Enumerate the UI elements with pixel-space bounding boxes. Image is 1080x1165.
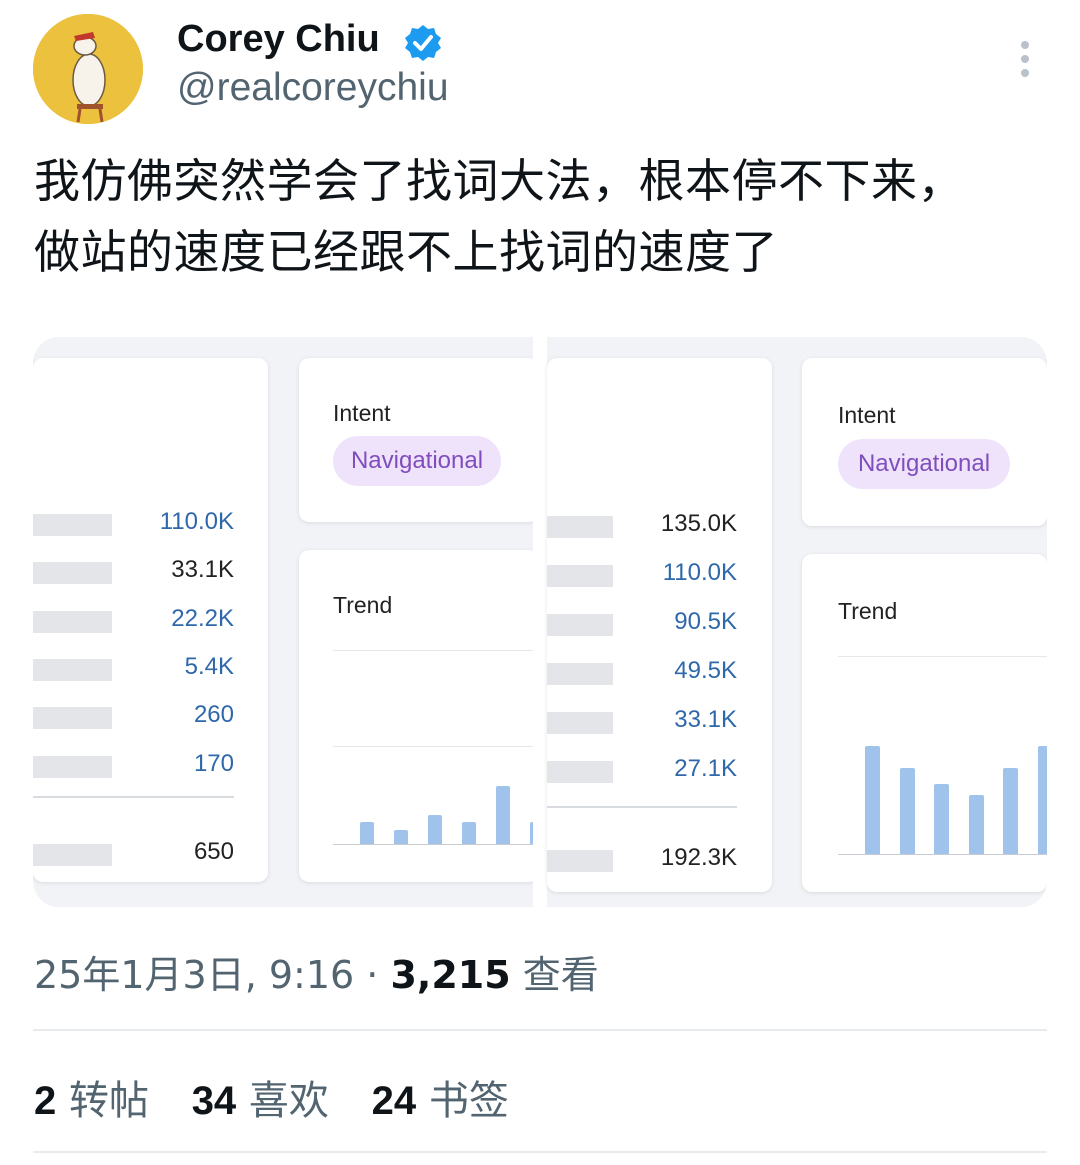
divider bbox=[33, 1151, 1047, 1153]
keyword-placeholder bbox=[547, 565, 613, 587]
tweet-media[interactable]: 110.0K 33.1K 22.2K 5.4K 260 170 650 Intent Nav… bbox=[33, 337, 1047, 907]
volume-value[interactable]: 5.4K bbox=[114, 653, 234, 681]
bookmarks-stat[interactable]: 24 书签 bbox=[372, 1078, 509, 1124]
volume-value[interactable]: 33.1K bbox=[617, 706, 737, 734]
total-separator bbox=[33, 796, 234, 798]
keyword-volume-card: 135.0K 110.0K 90.5K 49.5K 33.1K 27.1K 192.3K bbox=[547, 358, 772, 892]
intent-badge: Navigational bbox=[333, 436, 501, 486]
keyword-placeholder bbox=[33, 658, 112, 681]
tweet-meta: 25年1月3日, 9:16 · 3,215 查看 bbox=[34, 944, 599, 999]
more-options-icon[interactable] bbox=[1005, 38, 1045, 80]
trend-label: Trend bbox=[333, 592, 393, 618]
trend-bar bbox=[1003, 768, 1018, 854]
keyword-placeholder bbox=[33, 514, 112, 536]
volume-value[interactable]: 49.5K bbox=[617, 657, 737, 685]
verified-badge-icon bbox=[403, 23, 443, 63]
like-label: 喜欢 bbox=[248, 1078, 329, 1124]
trend-bar bbox=[462, 822, 476, 844]
likes-stat[interactable]: 34 喜欢 bbox=[192, 1078, 342, 1124]
volume-value: 33.1K bbox=[171, 556, 234, 584]
volume-value[interactable]: 170 bbox=[114, 750, 234, 778]
total-separator bbox=[547, 806, 737, 808]
divider bbox=[33, 1029, 1047, 1031]
tweet-text: 我仿佛突然学会了找词大法，根本停不下来， 做站的速度已经跟不上找词的速度了 bbox=[34, 146, 1044, 288]
keyword-placeholder bbox=[547, 614, 613, 636]
trend-bar bbox=[360, 822, 374, 844]
keyword-placeholder bbox=[33, 610, 112, 633]
keyword-placeholder bbox=[547, 712, 613, 734]
tweet-line: 做站的速度已经跟不上找词的速度了 bbox=[34, 225, 778, 279]
view-count: 3,215 bbox=[390, 953, 511, 997]
intent-card: Intent Navigational bbox=[299, 358, 539, 522]
avatar[interactable] bbox=[33, 14, 143, 124]
keyword-placeholder bbox=[547, 516, 613, 538]
intent-badge: Navigational bbox=[838, 439, 1010, 489]
trend-bar bbox=[496, 786, 510, 844]
meta-separator: · bbox=[366, 953, 379, 997]
view-label: 查看 bbox=[522, 953, 599, 997]
trend-label: Trend bbox=[838, 598, 898, 624]
bookmark-label: 书签 bbox=[428, 1078, 509, 1124]
trend-card: Trend bbox=[802, 554, 1047, 892]
trend-bar bbox=[428, 815, 442, 844]
trend-bar bbox=[1037, 746, 1047, 854]
polar-bear-avatar-icon bbox=[33, 14, 143, 124]
volume-value[interactable]: 260 bbox=[114, 701, 234, 729]
keyword-placeholder bbox=[547, 850, 613, 872]
keyword-placeholder bbox=[33, 707, 112, 730]
retweet-count: 2 bbox=[34, 1079, 57, 1123]
like-count: 34 bbox=[191, 1079, 237, 1123]
intent-label: Intent bbox=[838, 402, 896, 428]
engagement-stats: 2 转帖 34 喜欢 24 书签 bbox=[34, 1068, 539, 1126]
volume-value[interactable]: 110.0K bbox=[617, 559, 737, 587]
author-name[interactable]: Corey Chiu bbox=[177, 18, 380, 61]
trend-bar bbox=[934, 784, 949, 854]
trend-card: Trend bbox=[299, 550, 544, 882]
retweet-label: 转帖 bbox=[68, 1078, 149, 1124]
volume-total: 192.3K bbox=[660, 844, 737, 871]
tweet-line: 我仿佛突然学会了找词大法，根本停不下来， bbox=[34, 154, 964, 208]
trend-bar bbox=[394, 830, 408, 844]
trend-bar bbox=[865, 746, 880, 854]
volume-value: 135.0K bbox=[660, 510, 737, 537]
retweets-stat[interactable]: 2 转帖 bbox=[34, 1078, 162, 1124]
keyword-placeholder bbox=[547, 761, 613, 783]
volume-value[interactable]: 27.1K bbox=[617, 755, 737, 783]
author-handle[interactable]: @realcoreychiu bbox=[177, 66, 449, 110]
intent-card: Intent Navigational bbox=[802, 358, 1047, 526]
bookmark-count: 24 bbox=[371, 1079, 417, 1123]
keyword-placeholder bbox=[33, 755, 112, 778]
keyword-volume-card: 110.0K 33.1K 22.2K 5.4K 260 170 650 bbox=[33, 358, 268, 882]
volume-value[interactable]: 110.0K bbox=[114, 508, 234, 536]
keyword-placeholder bbox=[547, 663, 613, 685]
intent-label: Intent bbox=[333, 400, 391, 426]
volume-total: 650 bbox=[193, 838, 234, 865]
trend-bar bbox=[899, 768, 915, 854]
timestamp[interactable]: 25年1月3日, 9:16 bbox=[34, 953, 354, 997]
keyword-placeholder bbox=[33, 844, 112, 866]
keyword-placeholder bbox=[33, 562, 112, 585]
volume-value[interactable]: 90.5K bbox=[617, 608, 737, 636]
trend-bar bbox=[968, 795, 984, 854]
volume-value[interactable]: 22.2K bbox=[114, 605, 234, 633]
